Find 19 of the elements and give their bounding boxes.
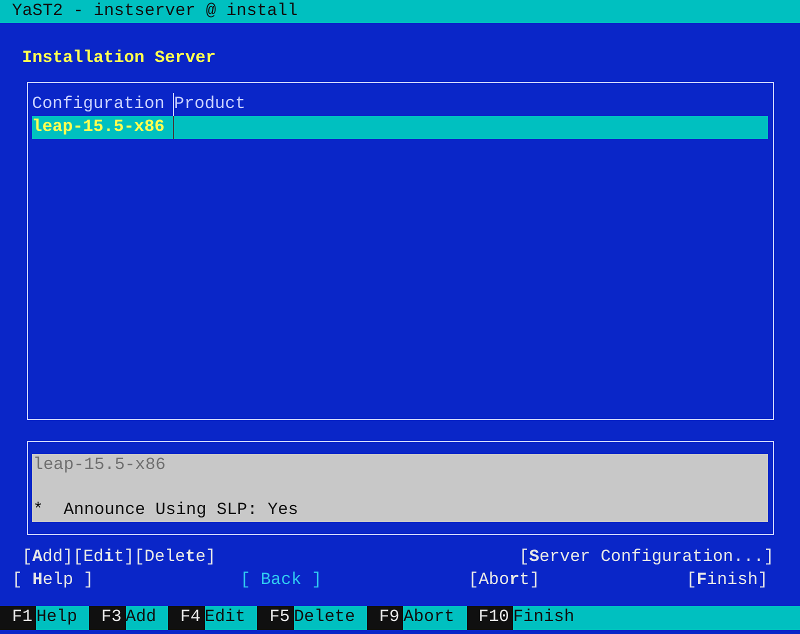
dialog-heading: Installation Server <box>22 48 217 70</box>
nav-button[interactable]: [ Back ] <box>240 569 322 592</box>
function-key[interactable]: F10 <box>466 606 514 630</box>
details-line: * Announce Using SLP: Yes <box>33 500 300 522</box>
function-key[interactable]: F4 <box>168 606 205 630</box>
nav-button[interactable]: [Finish] <box>686 569 768 592</box>
function-key[interactable]: F5 <box>257 606 294 630</box>
column-header[interactable]: Product <box>174 93 768 116</box>
function-key[interactable]: F3 <box>89 606 126 630</box>
window-title: YaST2 - instserver @ install <box>0 0 800 23</box>
action-button[interactable]: [Delete] <box>134 546 216 569</box>
nav-button[interactable]: [Abort] <box>468 569 540 592</box>
action-button[interactable]: [Edit] <box>73 546 134 569</box>
function-key[interactable]: F9 <box>367 606 404 630</box>
details-title: leap-15.5-x86 <box>33 455 167 477</box>
function-key[interactable]: F1 <box>0 606 36 630</box>
nav-button[interactable]: [ Help ] <box>12 569 94 592</box>
server-configuration-button[interactable]: [Server Configuration...] <box>518 546 774 569</box>
action-button[interactable]: [Add] <box>22 546 74 569</box>
